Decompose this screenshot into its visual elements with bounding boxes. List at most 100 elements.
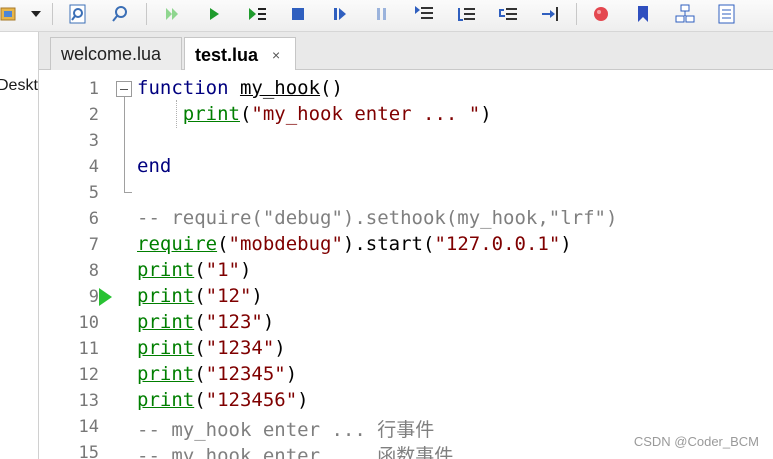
code-editor[interactable]: 1 2 3 4 5 6 7 8 9 10 11 12 13 14 15 function my_hook()… [39, 70, 773, 459]
line-number: 9 [88, 287, 99, 307]
code-line: -- require("debug").sethook(my_hook,"lrf… [137, 207, 617, 229]
code-token: print [137, 337, 195, 359]
code-token: require [137, 233, 218, 255]
code-token: "12" [205, 285, 252, 307]
start-debug-icon[interactable] [198, 0, 230, 28]
code-token: ( [194, 285, 206, 307]
pause-icon[interactable] [366, 0, 398, 28]
code-token: ) [262, 311, 275, 333]
code-token: -- require("debug").sethook(my_hook,"lrf… [137, 207, 618, 229]
fold-end [124, 192, 132, 193]
code-line: print("1") [137, 259, 251, 281]
code-token: "1234" [205, 337, 275, 359]
line-number: 6 [88, 209, 99, 229]
fold-line [124, 97, 125, 192]
code-token: ( [194, 389, 206, 411]
code-token: ( [194, 311, 206, 333]
code-line: function my_hook() [137, 77, 343, 99]
code-line: print("123") [137, 311, 274, 333]
bookmark-icon[interactable] [627, 0, 659, 28]
code-token: "12345" [205, 363, 286, 385]
tab-test-lua[interactable]: test.lua × [184, 37, 296, 72]
line-number: 2 [88, 105, 99, 125]
line-number: 3 [88, 131, 99, 151]
code-token: ( [194, 363, 206, 385]
run-icon[interactable] [156, 0, 188, 28]
code-token: ( [239, 103, 252, 125]
tab-welcome-lua[interactable]: welcome.lua [50, 37, 182, 71]
stop-icon[interactable] [282, 0, 314, 28]
code-token: ) [251, 285, 263, 307]
code-token: function [137, 77, 229, 99]
code-token: print [137, 311, 195, 333]
code-token: print [182, 103, 240, 125]
code-token: ) [285, 363, 298, 385]
tab-label: welcome.lua [61, 44, 162, 64]
code-token: ( [194, 259, 206, 281]
code-token: ) [297, 389, 309, 411]
line-number: 7 [88, 235, 99, 255]
code-token: ) [560, 233, 572, 255]
code-token: print [137, 363, 195, 385]
code-token: ) [480, 103, 492, 125]
tab-bar: welcome.lua test.lua × [39, 32, 773, 72]
code-token: print [137, 285, 195, 307]
run-to-cursor-icon[interactable] [241, 0, 273, 28]
code-token: "127.0.0.1" [434, 233, 561, 255]
code-token: end [137, 155, 172, 177]
step-into-icon[interactable] [408, 0, 440, 28]
code-token: "mobdebug" [228, 233, 343, 255]
code-line: -- my_hook enter ... 函数事件 [137, 441, 453, 459]
code-token: "123" [205, 311, 263, 333]
code-token: "123456" [205, 389, 298, 411]
project-panel: Deskt [0, 32, 39, 459]
step-over-icon[interactable] [450, 0, 482, 28]
fold-toggle-icon[interactable] [116, 81, 132, 97]
code-line: print("12") [137, 285, 263, 307]
code-token: ) [239, 259, 252, 281]
toolbar [0, 0, 773, 32]
chevron-down-icon[interactable] [24, 0, 48, 28]
line-number: 10 [78, 313, 99, 333]
code-token: "my_hook enter ... " [251, 103, 481, 125]
code-token: -- my_hook enter ... [137, 445, 378, 459]
code-line: print("12345") [137, 363, 297, 385]
code-token: print [137, 259, 195, 281]
code-line: print("my_hook enter ... ") [137, 103, 492, 125]
code-line: -- my_hook enter ... 行事件 [137, 415, 434, 442]
code-token: ( [217, 233, 229, 255]
stack-window-icon[interactable] [669, 0, 701, 28]
toggle-breakpoint-icon[interactable] [585, 0, 617, 28]
line-number: 15 [78, 443, 99, 459]
code-line: print("1234") [137, 337, 286, 359]
code-token: print [137, 389, 195, 411]
line-number: 4 [88, 157, 99, 177]
line-number: 1 [88, 79, 99, 99]
current-line-arrow-icon [99, 288, 112, 306]
find-icon[interactable] [62, 0, 94, 28]
step-out-icon[interactable] [492, 0, 524, 28]
watermark: CSDN @Coder_BCM [633, 434, 759, 449]
code-token: "1" [205, 259, 240, 281]
line-number: 5 [88, 183, 99, 203]
line-number: 14 [78, 417, 99, 437]
code-token: -- my_hook enter ... [137, 419, 378, 441]
line-number: 11 [78, 339, 99, 359]
project-tree-item[interactable]: Deskt [0, 77, 38, 95]
find-in-files-icon[interactable] [104, 0, 136, 28]
code-token: 函数事件 [377, 445, 454, 459]
code-token: () [320, 77, 343, 99]
open-project-icon[interactable] [0, 0, 24, 28]
break-icon[interactable] [324, 0, 356, 28]
code-line: end [137, 155, 171, 177]
code-line: print("123456") [137, 389, 309, 411]
code-token: ).start( [342, 233, 435, 255]
code-line: require("mobdebug").start("127.0.0.1") [137, 233, 572, 255]
close-icon[interactable]: × [272, 47, 280, 63]
watch-window-icon[interactable] [711, 0, 743, 28]
continue-icon[interactable] [534, 0, 566, 28]
code-token: 行事件 [377, 419, 435, 441]
line-number: 12 [78, 365, 99, 385]
